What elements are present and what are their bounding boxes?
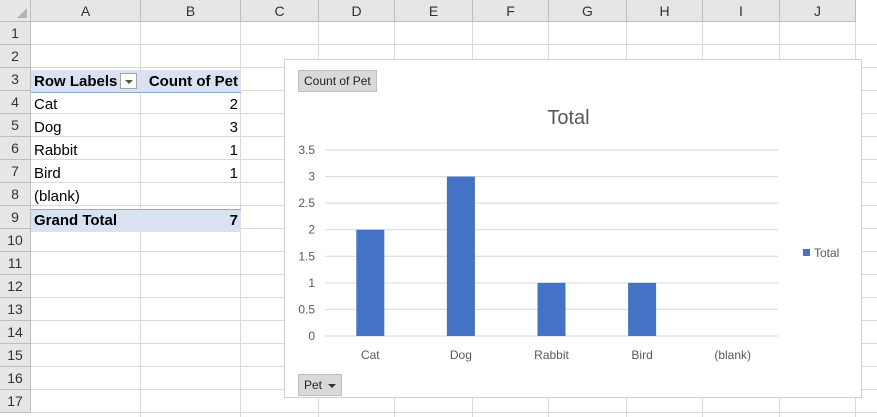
- x-tick-label: Dog: [450, 348, 472, 362]
- x-tick-label: Rabbit: [534, 348, 569, 362]
- bar-bird: [628, 282, 657, 336]
- value-field-button[interactable]: Count of Pet: [298, 70, 377, 92]
- value-field-button-label: Count of Pet: [304, 74, 371, 88]
- x-tick-label: (blank): [714, 348, 751, 362]
- row-header-16[interactable]: 16: [0, 367, 31, 390]
- row-header-9[interactable]: 9: [0, 206, 31, 229]
- pivot-grand-total-label[interactable]: Grand Total: [34, 209, 117, 232]
- row-header-13[interactable]: 13: [0, 298, 31, 321]
- pivot-row-count[interactable]: [141, 185, 238, 208]
- y-tick-label: 1: [308, 276, 315, 290]
- pivot-chart[interactable]: Total 0 0.5 1 1.5 2 2.5 3 3.5 Cat Dog Rabbit Bird (bl…: [284, 59, 862, 398]
- spreadsheet-grid[interactable]: ABCDEFGHIJ 1 2 3 4 5 6 7 8 9 10 11 12 13 14 15 16 17 Row…: [0, 0, 877, 417]
- pivot-row-label[interactable]: Dog: [34, 116, 62, 139]
- row-header-5[interactable]: 5: [0, 114, 31, 137]
- select-all-triangle-icon: [17, 8, 27, 18]
- x-tick-label: Cat: [361, 348, 380, 362]
- row-header-2[interactable]: 2: [0, 45, 31, 68]
- row-header-12[interactable]: 12: [0, 275, 31, 298]
- y-tick-label: 0.5: [298, 302, 315, 316]
- column-header-j[interactable]: J: [780, 0, 856, 22]
- pivot-row-label[interactable]: Bird: [34, 162, 61, 185]
- y-tick-label: 3.5: [298, 143, 315, 157]
- column-header-d[interactable]: D: [319, 0, 395, 22]
- pivot-count-header[interactable]: Count of Pet: [141, 70, 238, 93]
- pivot-row-label[interactable]: Cat: [34, 93, 57, 116]
- row-labels-filter-button[interactable]: [120, 73, 137, 89]
- pivot-grand-total-value[interactable]: 7: [141, 209, 238, 232]
- row-header-10[interactable]: 10: [0, 229, 31, 252]
- select-all-corner[interactable]: [0, 0, 31, 22]
- bar-rabbit: [537, 282, 566, 336]
- y-tick-label: 2: [308, 223, 315, 237]
- column-header-g[interactable]: G: [549, 0, 627, 22]
- y-tick-label: 1.5: [298, 249, 315, 263]
- chevron-down-icon: [328, 383, 337, 388]
- column-header-a[interactable]: A: [31, 0, 141, 22]
- column-header-i[interactable]: I: [703, 0, 780, 22]
- pivot-row-count[interactable]: 1: [141, 162, 238, 185]
- axis-field-button-label: Pet: [304, 378, 323, 392]
- row-header-15[interactable]: 15: [0, 344, 31, 367]
- x-tick-label: Bird: [631, 348, 652, 362]
- column-header-h[interactable]: H: [627, 0, 703, 22]
- row-header-8[interactable]: 8: [0, 183, 31, 206]
- legend-label: Total: [814, 246, 839, 260]
- row-header-3[interactable]: 3: [0, 68, 31, 91]
- row-header-17[interactable]: 17: [0, 390, 31, 413]
- chevron-down-icon: [125, 80, 133, 84]
- column-header-e[interactable]: E: [395, 0, 473, 22]
- chart-title: Total: [547, 107, 589, 129]
- y-tick-label: 0: [308, 329, 315, 343]
- bar-dog: [446, 176, 475, 336]
- y-tick-label: 2.5: [298, 196, 315, 210]
- row-header-1[interactable]: 1: [0, 22, 31, 45]
- pivot-row-count[interactable]: 1: [141, 139, 238, 162]
- gridline-horizontal: [31, 44, 877, 45]
- chart-plot-area: Total 0 0.5 1 1.5 2 2.5 3 3.5 Cat Dog Rabbit Bird (bl…: [298, 107, 839, 362]
- pivot-row-label[interactable]: Rabbit: [34, 139, 77, 162]
- pivot-row-labels-header[interactable]: Row Labels: [34, 70, 117, 93]
- row-header-11[interactable]: 11: [0, 252, 31, 275]
- legend-swatch: [803, 249, 810, 256]
- column-header-b[interactable]: B: [141, 0, 241, 22]
- column-header-f[interactable]: F: [473, 0, 549, 22]
- row-header-7[interactable]: 7: [0, 160, 31, 183]
- pivot-row-label[interactable]: (blank): [34, 185, 80, 208]
- bar-cat: [356, 229, 385, 336]
- gridline-horizontal: [31, 412, 877, 413]
- row-header-14[interactable]: 14: [0, 321, 31, 344]
- pivot-row-count[interactable]: 2: [141, 93, 238, 116]
- row-header-4[interactable]: 4: [0, 91, 31, 114]
- axis-field-button[interactable]: Pet: [298, 374, 343, 396]
- column-header-c[interactable]: C: [241, 0, 319, 22]
- y-tick-label: 3: [308, 170, 315, 184]
- row-header-6[interactable]: 6: [0, 137, 31, 160]
- pivot-row-count[interactable]: 3: [141, 116, 238, 139]
